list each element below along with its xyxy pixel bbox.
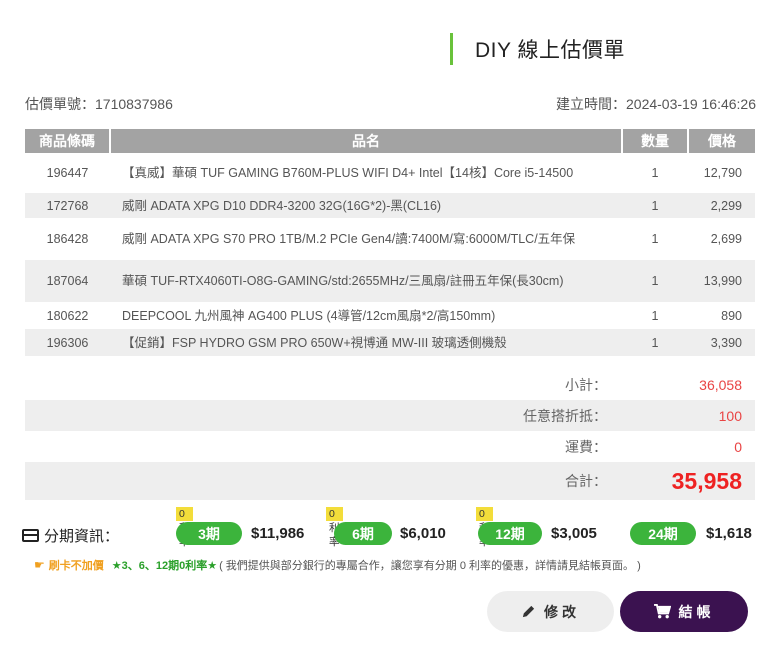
checkout-button[interactable]: 結帳	[620, 591, 748, 632]
row-qty: 1	[651, 232, 659, 246]
pointing-hand-icon: ☛	[34, 558, 45, 572]
title-accent-bar	[450, 33, 453, 65]
row-code: 196447	[46, 166, 89, 180]
subtotal-row: 小計： 36,058	[25, 369, 755, 400]
table-row: 196447 【真威】華碩 TUF GAMING B760M-PLUS WIFI…	[25, 153, 755, 193]
row-code: 172768	[25, 193, 110, 218]
plan-term: 6期	[334, 522, 392, 545]
plan-amount: $11,986	[251, 525, 305, 542]
table-row: 172768 威剛 ADATA XPG D10 DDR4-3200 32G(16…	[25, 193, 755, 218]
total-label: 合計：	[565, 473, 607, 489]
shipping-label: 運費：	[565, 438, 607, 455]
note-detail: ( 我們提供與部分銀行的專屬合作，讓您享有分期 0 利率的優惠，詳情請見結帳頁面…	[219, 560, 641, 572]
table-row: 196306 【促銷】FSP HYDRO GSM PRO 650W+視博通 MW…	[25, 329, 755, 356]
row-name[interactable]: 華碩 TUF-RTX4060TI-O8G-GAMING/std:2655MHz/…	[110, 260, 622, 302]
installment-note: ☛ 刷卡不加價 ★3、6、12期0利率★ ( 我們提供與部分銀行的專屬合作，讓您…	[34, 557, 641, 573]
row-qty: 1	[651, 308, 659, 323]
row-code: 186428	[46, 232, 89, 246]
table-header-row: 商品條碼 品名 數量 價格	[25, 129, 755, 153]
row-name[interactable]: DEEPCOOL 九州風神 AG400 PLUS (4導管/12cm風扇*2/高…	[110, 302, 622, 329]
row-code: 180622	[46, 308, 89, 323]
summary: 小計： 36,058 任意搭折抵： 100 運費： 0 合計： 35,958	[25, 369, 755, 500]
header-price: 價格	[688, 129, 755, 153]
zero-interest-tag: 0利率	[476, 507, 493, 548]
zero-interest-tag: 0利率	[326, 507, 343, 548]
row-name[interactable]: 【促銷】FSP HYDRO GSM PRO 650W+視博通 MW-III 玻璃…	[110, 329, 622, 356]
row-name[interactable]: 威剛 ADATA XPG D10 DDR4-3200 32G(16G*2)-黑(…	[110, 193, 622, 218]
row-name[interactable]: 【真威】華碩 TUF GAMING B760M-PLUS WIFI D4+ In…	[110, 153, 622, 193]
discount-value: 100	[718, 407, 742, 424]
row-price: 12,790	[703, 166, 742, 180]
pencil-icon	[522, 605, 535, 618]
row-price: 2,699	[710, 232, 742, 246]
table-row: 187064 華碩 TUF-RTX4060TI-O8G-GAMING/std:2…	[25, 260, 755, 302]
installment-label-wrap: 分期資訊：	[22, 525, 119, 546]
row-price: 2,299	[688, 193, 755, 218]
header-qty: 數量	[622, 129, 689, 153]
discount-label: 任意搭折抵：	[523, 407, 607, 424]
edit-button[interactable]: 修改	[487, 591, 614, 632]
row-qty: 1	[622, 193, 688, 218]
plan-amount: $6,010	[400, 525, 446, 542]
edit-label: 修改	[544, 603, 580, 620]
row-price: 13,990	[688, 260, 755, 302]
quote-number: 估價單號：1710837986	[25, 96, 173, 112]
plan-amount: $3,005	[551, 525, 597, 542]
cart-icon	[653, 604, 671, 619]
row-price: 3,390	[688, 329, 755, 356]
zero-interest-tag: 0利率	[176, 507, 193, 548]
note-no-surcharge: 刷卡不加價	[48, 560, 104, 572]
installment-info: 分期資訊： 0利率 3期 $11,986 0利率 6期 $6,010 0利率 1…	[22, 507, 762, 550]
items-table: 商品條碼 品名 數量 價格 196447 【真威】華碩 TUF GAMING B…	[25, 129, 755, 356]
row-name[interactable]: 威剛 ADATA XPG S70 PRO 1TB/M.2 PCIe Gen4/讀…	[110, 218, 622, 260]
header-name: 品名	[110, 129, 623, 153]
subtotal-value: 36,058	[699, 376, 742, 393]
subtotal-label: 小計：	[565, 376, 607, 393]
row-qty: 1	[651, 166, 659, 180]
plan-amount: $1,618	[706, 525, 752, 542]
total-row: 合計： 35,958	[25, 462, 755, 500]
row-code: 187064	[25, 260, 110, 302]
row-code: 196306	[25, 329, 110, 356]
header-code: 商品條碼	[25, 129, 111, 153]
created-time: 建立時間：2024-03-19 16:46:26	[556, 96, 756, 112]
page-title-wrap: DIY 線上估價單	[450, 33, 625, 65]
credit-card-icon	[22, 529, 39, 542]
row-price: 890	[721, 308, 742, 323]
installment-label: 分期資訊：	[44, 528, 120, 545]
total-value: 35,958	[671, 467, 742, 494]
checkout-label: 結帳	[678, 603, 715, 620]
shipping-value: 0	[734, 438, 742, 455]
plan-term: 3期	[176, 522, 242, 545]
row-qty: 1	[622, 329, 688, 356]
plan-term: 24期	[630, 522, 696, 545]
discount-row: 任意搭折抵： 100	[25, 400, 755, 431]
shipping-row: 運費： 0	[25, 431, 755, 462]
note-zero-interest: ★3、6、12期0利率★	[111, 560, 218, 572]
row-qty: 1	[622, 260, 688, 302]
table-row: 186428 威剛 ADATA XPG S70 PRO 1TB/M.2 PCIe…	[25, 218, 755, 260]
page-title: DIY 線上估價單	[475, 39, 625, 62]
plan-term: 12期	[478, 522, 542, 545]
table-row: 180622 DEEPCOOL 九州風神 AG400 PLUS (4導管/12c…	[25, 302, 755, 329]
